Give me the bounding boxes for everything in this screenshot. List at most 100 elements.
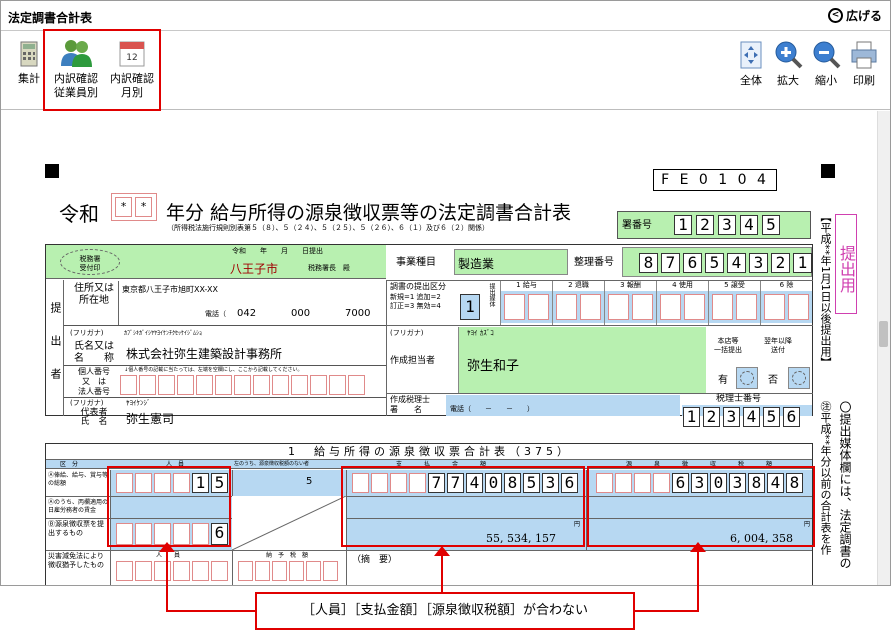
toolbar: 集計 内訳確認 従業員別 12 内訳確認 月別 全体 拡大 縮小 印刷 [1, 29, 890, 111]
office-no-digit: 1 [674, 215, 692, 235]
business-type: 製造業 [454, 249, 568, 275]
mismatch-callout: ［人員］［支払金額］［源泉徴収税額］が合わない [255, 592, 635, 630]
ref-no-digits: 8 7 6 5 4 3 2 1 [639, 253, 812, 273]
phone-area: 042 [237, 308, 257, 319]
zoom-out-button[interactable]: 縮小 [809, 40, 843, 88]
contact-furigana-label: (フリガナ) [390, 329, 424, 337]
media-col: 3 報酬 [620, 281, 641, 289]
submitter-table: 税務署 受付印 令和 年 月 日提出 八王子市 税務署長 殿 事業種目 製造業 … [45, 244, 813, 427]
row-a-no-tax: 5 [306, 476, 313, 487]
submit-class[interactable]: 1 [460, 294, 480, 320]
calculator-icon [20, 41, 38, 67]
rep-name: 弥生憲司 [126, 412, 175, 426]
rep-kana: ﾔﾖｲｹﾝｼﾞ [126, 399, 151, 407]
company-name: 株式会社弥生建築設計事務所 [126, 347, 283, 361]
media-col: 4 使用 [672, 281, 693, 289]
year-box[interactable]: * * [111, 193, 157, 221]
col-head: 区 分 [60, 461, 79, 468]
highlight-breakdown-buttons [43, 29, 161, 111]
ref-no-digit: 7 [661, 253, 680, 273]
contact-label: 作成担当者 [390, 356, 436, 366]
office-no-digit: 3 [718, 215, 736, 235]
media-col: 2 退職 [568, 281, 589, 289]
office-no-digit: 5 [762, 215, 780, 235]
has-label: 有 [718, 375, 728, 386]
next-year-label: 翌年以降 送付 [764, 337, 792, 354]
id-label: 個人番号 又 は 法人番号 [78, 367, 110, 396]
name-kana: ｶﾌﾞｼｷｶﾞｲｼﾔﾔﾖｲｹﾝﾁｸｾｯｹｲｼﾞﾑｼｮ [124, 330, 203, 337]
year-cell: * [135, 197, 152, 217]
title-bar: 法定調書合計表 < 広げる [1, 1, 890, 31]
tax-office-stamp: 税務署 受付印 [60, 249, 120, 275]
remarks-label: （摘 要） [352, 555, 398, 565]
office-no-digit: 2 [696, 215, 714, 235]
ref-no-digit: 3 [749, 253, 768, 273]
row-label: 災害減免法により徴収猶予したもの [48, 552, 104, 569]
heisei-note: 【平成**年1月1日以後提出用】 [819, 211, 832, 368]
media-col: 5 譲受 [724, 281, 745, 289]
ref-no-label: 整理番号 [574, 257, 614, 268]
printer-icon [851, 41, 877, 69]
expand-button[interactable]: < 広げる [827, 7, 882, 24]
row-label: Ⓑ源泉徴収票を提出するもの [48, 520, 104, 537]
scrollbar-thumb[interactable] [879, 321, 888, 347]
row-label: Ⓐ俸給、給与、賞与等の総額 [48, 472, 109, 487]
col-head: 左のうち、源泉徴収税額のない者 [234, 461, 310, 467]
fit-page-icon [740, 41, 762, 69]
tax-office-name: 八王子市 [230, 262, 279, 276]
connector-line [697, 548, 699, 612]
section-title: 1 給与所得の源泉徴収票合計表（375） [46, 444, 812, 460]
person-head: 人 員 [156, 552, 181, 559]
contact-cell: ﾔﾖｲ ｶｽﾞｺ 弥生和子 [458, 327, 706, 393]
ref-no-digit: 6 [683, 253, 702, 273]
window-title: 法定調書合計表 [8, 11, 93, 25]
aggregate-button[interactable]: 集計 [11, 40, 47, 86]
ref-no-digit: 2 [771, 253, 790, 273]
next-year-toggle[interactable] [788, 367, 810, 389]
date-row: 税務署 受付印 令和 年 月 日提出 八王子市 税務署長 殿 [46, 245, 386, 279]
address-cell: 東京都八王子市旭町XX-XX 電話（ 042 000 7000 [118, 281, 386, 325]
submission-copy-label: 提出用 [835, 214, 857, 314]
fit-page-button[interactable]: 全体 [735, 40, 767, 88]
zoom-in-button[interactable]: 拡大 [771, 40, 805, 88]
branch-toggle[interactable] [736, 367, 758, 389]
name-label: 氏名又は 名 称 [74, 341, 114, 364]
vertical-scrollbar[interactable] [877, 111, 890, 585]
tax-accountant-digit: 5 [763, 407, 780, 427]
submit-class-label: 調書の提出区分 [390, 282, 446, 291]
office-no-label: 署番号 [622, 220, 652, 231]
row-label: Ⓐのうち、丙欄適用の日雇労務者の賃金 [48, 499, 109, 514]
era-label: 令和 [59, 202, 99, 226]
arrow-up-icon [159, 542, 175, 552]
media-col: 6 除 [779, 281, 794, 289]
submit-class-note: 新規=1 追加=2 訂正=3 無効=4 [390, 293, 441, 310]
print-label: 印刷 [853, 74, 875, 87]
submission-date: 令和 年 月 日提出 [232, 247, 323, 255]
media-col: 1 給与 [516, 281, 537, 289]
office-no-digit: 4 [740, 215, 758, 235]
print-button[interactable]: 印刷 [847, 40, 881, 88]
business-type-label: 事業種目 [396, 257, 436, 268]
connector-line [166, 548, 168, 612]
address-label: 住所又は 所在地 [74, 283, 114, 306]
tax-accountant-digit: 3 [723, 407, 740, 427]
tax-accountant-digit: 4 [743, 407, 760, 427]
phone-number: 7000 [345, 308, 371, 319]
row-d-deferred [238, 561, 338, 581]
ref-no-box: 8 7 6 5 4 3 2 1 [622, 247, 812, 277]
tax-accountant-phone: 電話（ － － ） [450, 405, 534, 413]
form-code: F E 0 1 0 4 [653, 169, 777, 191]
media-grid: 1 給与 2 退職 3 報酬 4 使用 5 譲受 6 除 [500, 281, 812, 325]
form-subtitle: （所得税法施行規則別表第５（８）、５（２４）、５（２５）、５（２６）、６（１）及… [167, 224, 489, 232]
fit-page-label: 全体 [740, 74, 762, 87]
zoom-in-label: 拡大 [777, 74, 799, 87]
tax-accountant-digit: 6 [783, 407, 800, 427]
slashed-cell [231, 495, 347, 551]
submitter-label: 提出者 [46, 280, 64, 416]
chevron-left-circle-icon: < [827, 8, 843, 23]
office-no-box: 署番号 1 2 3 4 5 [617, 211, 811, 239]
aggregate-label: 集計 [18, 72, 40, 85]
corporate-number-cells[interactable] [120, 375, 365, 395]
row-d-persons [116, 561, 228, 581]
arrow-up-icon [690, 542, 706, 552]
